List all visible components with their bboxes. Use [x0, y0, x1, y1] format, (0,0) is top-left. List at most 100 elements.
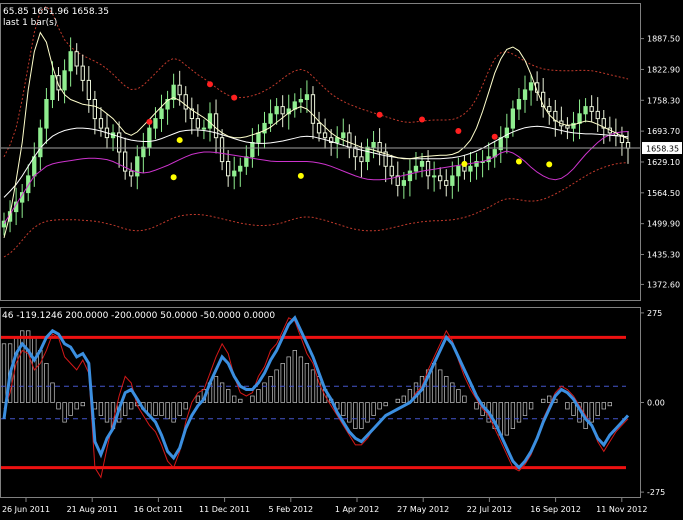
y-axis-tick-label: 1372.60: [647, 280, 680, 289]
y-axis-tick-label: 1822.90: [647, 65, 680, 74]
x-axis-tick-label: 21 Aug 2011: [67, 505, 118, 514]
y-axis-tick-label: 1499.90: [647, 220, 680, 229]
candle-body: [74, 51, 79, 67]
candle-body: [322, 132, 328, 139]
candle-body: [625, 142, 631, 149]
candle-body: [359, 156, 364, 163]
signal-dot-red: [206, 81, 213, 88]
signal-dot-red: [491, 133, 498, 140]
candle-body: [316, 122, 322, 134]
chart-root: 1658.35 1887.50 1822.90 1758.30 1693.70 1629.…: [0, 0, 683, 520]
signal-dot-red: [376, 111, 383, 118]
candle-body: [413, 165, 419, 172]
candle-body: [595, 110, 600, 120]
candle-body: [268, 113, 273, 124]
x-axis-tick-label: 1 Apr 2012: [335, 505, 379, 514]
candle-body: [341, 132, 346, 139]
candle-body: [201, 127, 207, 130]
candle-body: [335, 137, 340, 143]
chart-background: [0, 0, 683, 520]
candle-body: [213, 113, 219, 139]
signal-dot-red: [419, 116, 426, 123]
candle-body: [377, 142, 382, 153]
candle-body: [183, 94, 188, 110]
candle-body: [425, 161, 431, 177]
signal-dot-yellow: [170, 174, 177, 181]
oscillator-y-tick-label: 275: [647, 309, 662, 318]
candle-body: [450, 175, 455, 186]
candle-body: [389, 165, 394, 177]
candle-body: [419, 161, 425, 167]
signal-dot-yellow: [546, 161, 553, 168]
candle-body: [68, 51, 73, 72]
candle-body: [226, 161, 231, 177]
bars-subtitle: last 1 bar(s): [3, 18, 57, 28]
candle-body: [280, 106, 285, 115]
candle-body: [407, 170, 413, 182]
candle-body: [244, 156, 249, 167]
candle-body: [516, 99, 522, 110]
oscillator-y-tick-label: 0.00: [647, 399, 665, 408]
signal-dot-yellow: [297, 172, 304, 179]
candle-body: [98, 118, 104, 129]
x-axis-tick-label: 26 Jun 2011: [2, 505, 50, 514]
x-axis-tick-label: 11 Nov 2012: [596, 505, 647, 514]
candle-body: [401, 180, 407, 186]
y-axis-tick-label: 1758.30: [647, 96, 680, 105]
candle-body: [250, 142, 255, 158]
y-axis-tick-label: 1629.10: [647, 158, 680, 167]
candle-body: [238, 165, 243, 172]
oscillator-y-tick-label: -275: [647, 488, 665, 497]
candle-body: [547, 106, 552, 112]
y-axis-tick-label: 1693.70: [647, 127, 680, 136]
candle-body: [438, 175, 443, 182]
price-header: 65.85 1651.96 1658.35: [3, 7, 109, 17]
x-axis-tick-label: 11 Dec 2011: [199, 505, 250, 514]
candle-body: [577, 113, 582, 124]
candle-body: [129, 170, 134, 177]
candle-body: [310, 94, 316, 124]
candle-body: [135, 156, 140, 177]
candle-body: [92, 99, 97, 120]
candle-body: [589, 106, 594, 112]
candle-body: [347, 132, 352, 148]
candle-body: [153, 118, 158, 129]
x-axis-tick-label: 5 Feb 2012: [268, 505, 313, 514]
candle-body: [32, 156, 37, 177]
candle-body: [117, 132, 122, 153]
signal-dot-red: [146, 118, 153, 125]
signal-dot-yellow: [176, 137, 183, 144]
signal-dot-yellow: [461, 160, 468, 167]
candle-body: [462, 165, 467, 172]
candle-body: [522, 89, 528, 100]
candle-body: [219, 137, 225, 163]
signal-dot-red: [231, 94, 238, 101]
candle-body: [292, 101, 297, 110]
x-axis-tick-label: 16 Sep 2012: [530, 505, 581, 514]
x-axis-tick-label: 16 Oct 2011: [134, 505, 183, 514]
signal-dot-red: [455, 127, 462, 134]
y-axis-tick-label: 1887.50: [647, 35, 680, 44]
y-axis-tick-label: 1435.30: [647, 251, 680, 260]
candle-body: [510, 108, 516, 129]
candle-body: [583, 106, 588, 115]
candle-body: [444, 180, 449, 186]
candle-body: [304, 94, 310, 100]
signal-dot-yellow: [515, 158, 522, 165]
candle-body: [177, 84, 182, 96]
candle-body: [159, 108, 164, 119]
candle-body: [195, 118, 200, 129]
candle-body: [468, 165, 473, 172]
x-axis-tick-label: 22 Jul 2012: [467, 505, 512, 514]
candle-body: [432, 175, 437, 178]
candle-body: [528, 82, 534, 91]
candle-body: [262, 122, 267, 134]
candle-body: [50, 75, 55, 100]
candle-body: [62, 70, 67, 91]
candle-body: [38, 127, 43, 158]
candle-body: [147, 127, 152, 148]
current-price-label: 1658.35: [646, 145, 679, 154]
candle-body: [80, 65, 85, 81]
candle-body: [274, 106, 279, 115]
candle-body: [256, 132, 261, 143]
